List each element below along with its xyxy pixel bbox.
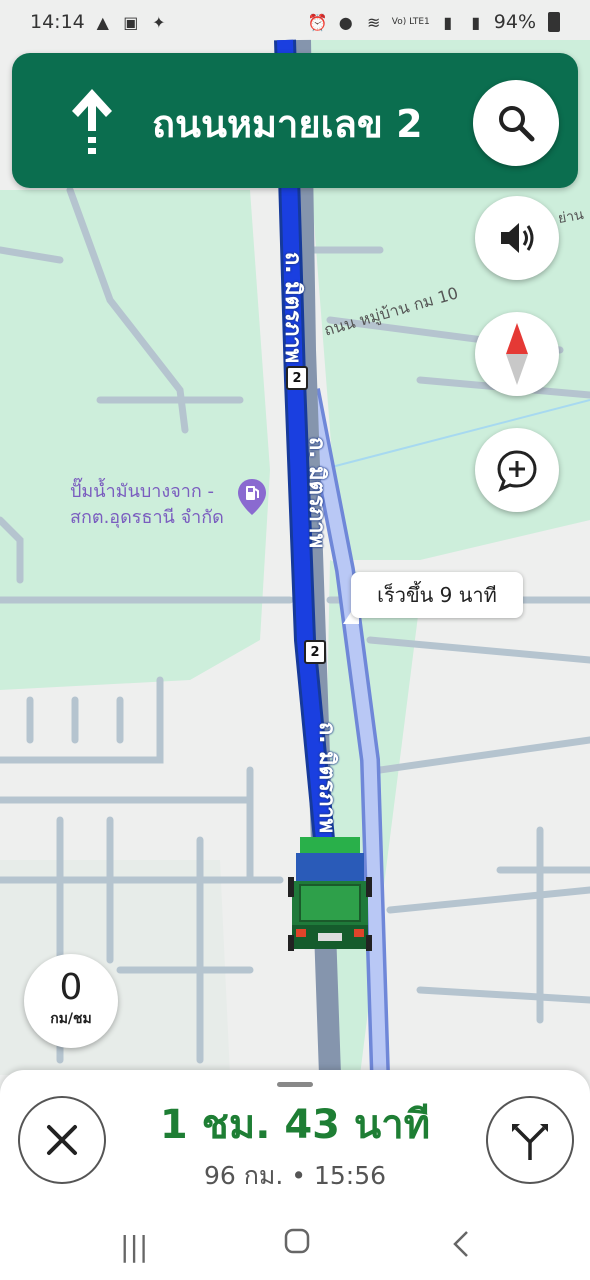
- signal-icon-2: ▮: [471, 12, 481, 32]
- drag-handle[interactable]: [277, 1082, 313, 1087]
- clock: 14:14: [30, 11, 85, 33]
- status-bar: 14:14 ▲ ▣ ✦ ⏰ ● ≋ Vo) LTE1 ▮ ▮ 94%: [0, 0, 590, 44]
- trip-separator: •: [291, 1161, 307, 1190]
- signal-icon: ▮: [443, 12, 453, 32]
- route-shield: 2: [286, 366, 308, 390]
- compass-icon: [506, 323, 528, 385]
- poi-label-line2: สกต.อุดรธานี จำกัด: [70, 507, 224, 528]
- up-arrow-icon: [64, 87, 120, 157]
- speed-unit: กม/ชม: [50, 1011, 92, 1027]
- back-button[interactable]: [452, 1230, 470, 1265]
- alarm-icon: ⏰: [307, 12, 328, 32]
- system-navigation-bar: |||: [0, 1210, 590, 1280]
- battery-icon: [548, 12, 560, 32]
- close-icon: [47, 1125, 77, 1155]
- trip-distance: 96 กม.: [203, 1161, 284, 1190]
- alternate-route-callout[interactable]: เร็วขึ้น 9 นาที: [351, 572, 523, 618]
- wifi-icon: ≋: [367, 12, 381, 32]
- volume-button[interactable]: [475, 196, 559, 280]
- network-label: Vo) LTE1: [391, 16, 430, 27]
- road-name-label: ถ. มิตรภาพ: [304, 436, 330, 549]
- location-icon: ●: [338, 12, 353, 32]
- search-button[interactable]: [473, 80, 559, 166]
- speed-value: 0: [59, 967, 83, 1008]
- poi-label[interactable]: ปั๊มน้ำมันบางจาก - สกต.อุดรธานี จำกัด: [70, 479, 224, 531]
- route-shield: 2: [304, 640, 326, 664]
- route-options-button[interactable]: [486, 1096, 574, 1184]
- road-name-label: ถ. มิตรภาพ: [314, 721, 340, 834]
- search-icon: [499, 106, 535, 142]
- add-report-icon: [497, 450, 537, 492]
- volume-icon: [501, 223, 534, 253]
- fuel-icon[interactable]: [236, 477, 268, 517]
- vehicle-marker: [288, 835, 372, 953]
- gallery-status-icon: ▣: [123, 12, 139, 32]
- poi-label-line1: ปั๊มน้ำมันบางจาก -: [70, 481, 214, 502]
- add-report-button[interactable]: [475, 428, 559, 512]
- next-street-name: ถนนหมายเลข 2: [152, 102, 423, 146]
- compass-button[interactable]: [475, 312, 559, 396]
- road-name-label: ถ. มิตรภาพ: [280, 251, 306, 364]
- navigation-status-icon: ▲: [96, 12, 109, 32]
- tools-status-icon: ✦: [152, 12, 166, 32]
- route-options-icon: [512, 1124, 548, 1160]
- home-button[interactable]: [284, 1228, 310, 1261]
- recent-apps-button[interactable]: |||: [120, 1230, 148, 1263]
- corner-map-label: ย่าน: [556, 206, 585, 228]
- arrival-time: 15:56: [313, 1161, 387, 1190]
- speedometer: 0 กม/ชม: [24, 954, 118, 1048]
- exit-navigation-button[interactable]: [18, 1096, 106, 1184]
- battery-percent: 94%: [493, 11, 536, 33]
